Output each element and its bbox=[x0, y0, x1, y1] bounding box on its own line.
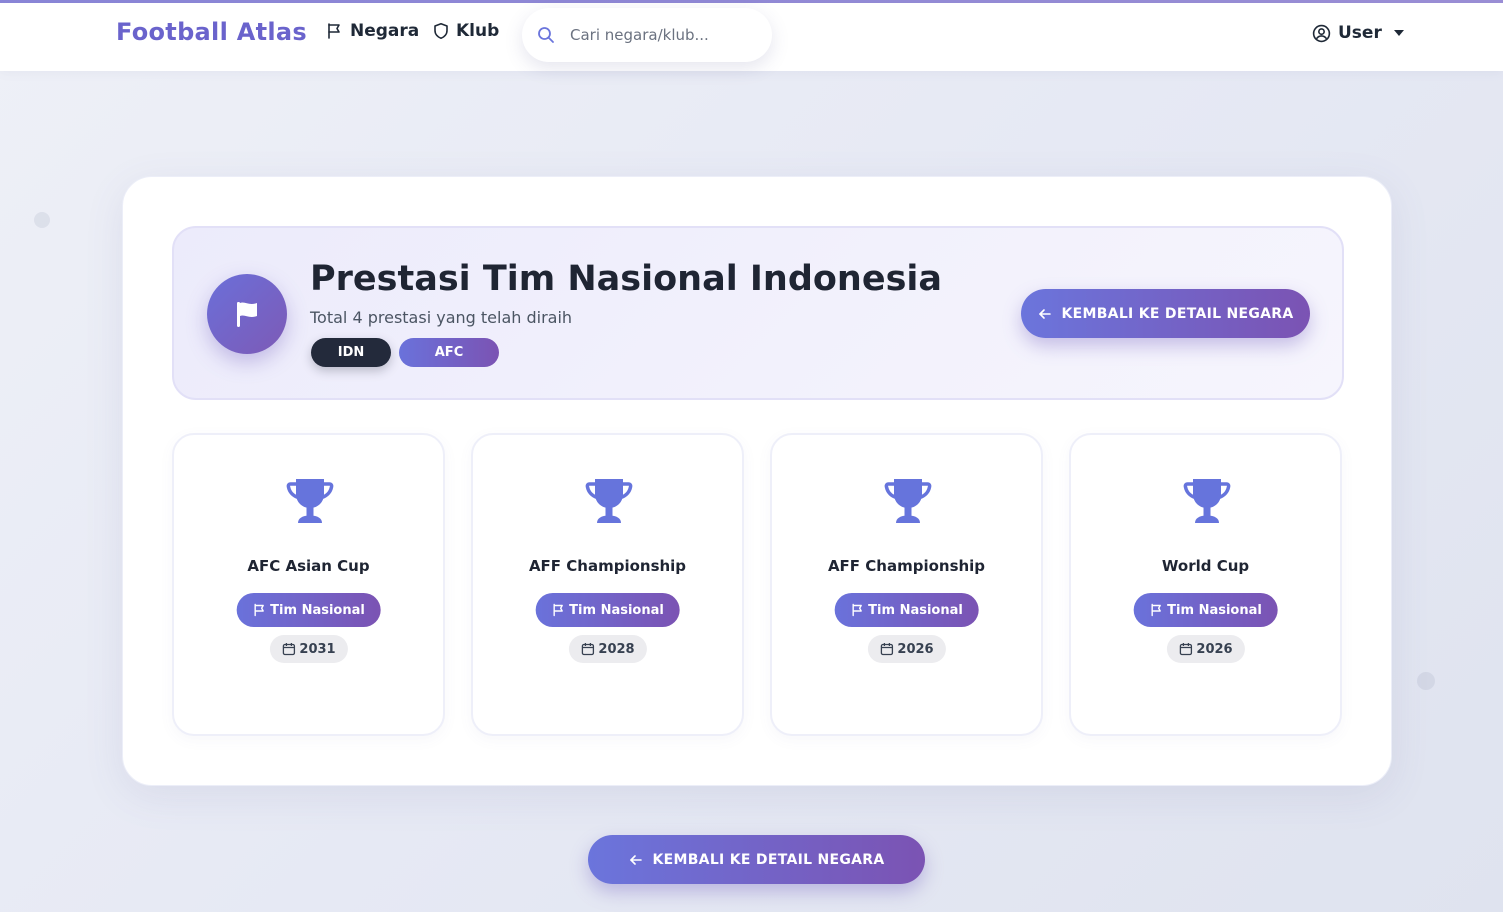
trophy-card[interactable]: World Cup Tim Nasional 2026 bbox=[1069, 433, 1342, 736]
category-badge: Tim Nasional bbox=[535, 593, 680, 627]
trophy-icon bbox=[1183, 479, 1231, 523]
nav-link-negara[interactable]: Negara bbox=[326, 21, 419, 41]
category-badge: Tim Nasional bbox=[236, 593, 381, 627]
brand-logo[interactable]: Football Atlas bbox=[116, 18, 307, 46]
page-title: Prestasi Tim Nasional Indonesia bbox=[310, 259, 943, 299]
user-circle-icon bbox=[1312, 24, 1331, 42]
main-card: Prestasi Tim Nasional Indonesia Total 4 … bbox=[122, 176, 1392, 786]
calendar-icon bbox=[581, 643, 594, 656]
flag-icon bbox=[851, 603, 862, 617]
flag-icon bbox=[237, 302, 257, 327]
nav-link-label: Klub bbox=[456, 21, 500, 41]
bottom-back-button-label: KEMBALI KE DETAIL NEGARA bbox=[652, 851, 885, 868]
flag-icon bbox=[552, 603, 563, 617]
search-input[interactable] bbox=[570, 26, 750, 44]
year-label: 2031 bbox=[299, 641, 336, 657]
trophy-card[interactable]: AFF Championship Tim Nasional 2026 bbox=[770, 433, 1043, 736]
background-dot bbox=[1417, 672, 1435, 690]
trophy-card[interactable]: AFC Asian Cup Tim Nasional 2031 bbox=[172, 433, 445, 736]
hero-icon-circle bbox=[207, 274, 287, 354]
year-badge: 2031 bbox=[269, 635, 348, 663]
trophy-name: World Cup bbox=[1161, 557, 1250, 575]
category-badge: Tim Nasional bbox=[834, 593, 979, 627]
trophy-icon bbox=[585, 479, 633, 523]
year-label: 2028 bbox=[598, 641, 635, 657]
year-badge: 2026 bbox=[867, 635, 946, 663]
year-label: 2026 bbox=[1196, 641, 1233, 657]
category-label: Tim Nasional bbox=[868, 602, 963, 618]
shield-icon bbox=[434, 23, 448, 39]
navbar: Football Atlas Negara Klub User bbox=[0, 3, 1503, 71]
year-label: 2026 bbox=[897, 641, 934, 657]
trophy-name: AFF Championship bbox=[528, 557, 687, 575]
trophy-name: AFC Asian Cup bbox=[247, 557, 370, 575]
caret-down-icon bbox=[1393, 30, 1404, 36]
flag-icon bbox=[1150, 603, 1161, 617]
year-badge: 2028 bbox=[568, 635, 647, 663]
user-label: User bbox=[1338, 23, 1382, 43]
confederation-badge: AFC bbox=[399, 338, 499, 367]
back-button-label: KEMBALI KE DETAIL NEGARA bbox=[1061, 305, 1294, 322]
search-icon bbox=[538, 27, 554, 43]
trophy-icon bbox=[286, 479, 334, 523]
country-code-badge: IDN bbox=[311, 338, 391, 367]
page-subtitle: Total 4 prestasi yang telah diraih bbox=[310, 308, 573, 327]
background-dot bbox=[34, 212, 50, 228]
category-badge: Tim Nasional bbox=[1133, 593, 1278, 627]
category-label: Tim Nasional bbox=[270, 602, 365, 618]
flag-icon bbox=[328, 23, 340, 39]
flag-icon bbox=[253, 603, 264, 617]
category-label: Tim Nasional bbox=[1167, 602, 1262, 618]
category-label: Tim Nasional bbox=[569, 602, 664, 618]
trophy-name: AFF Championship bbox=[827, 557, 986, 575]
year-badge: 2026 bbox=[1166, 635, 1245, 663]
nav-link-label: Negara bbox=[350, 21, 420, 41]
search-box bbox=[522, 8, 772, 62]
trophy-icon bbox=[884, 479, 932, 523]
bottom-back-button[interactable]: KEMBALI KE DETAIL NEGARA bbox=[588, 835, 925, 884]
nav-link-klub[interactable]: Klub bbox=[432, 21, 499, 41]
calendar-icon bbox=[282, 643, 295, 656]
arrow-left-icon bbox=[630, 854, 643, 865]
hero-section: Prestasi Tim Nasional Indonesia Total 4 … bbox=[172, 226, 1344, 400]
user-menu[interactable]: User bbox=[1312, 23, 1404, 43]
calendar-icon bbox=[1179, 643, 1192, 656]
back-to-country-button[interactable]: KEMBALI KE DETAIL NEGARA bbox=[1021, 289, 1310, 338]
calendar-icon bbox=[880, 643, 893, 656]
arrow-left-icon bbox=[1039, 308, 1052, 319]
trophy-card[interactable]: AFF Championship Tim Nasional 2028 bbox=[471, 433, 744, 736]
